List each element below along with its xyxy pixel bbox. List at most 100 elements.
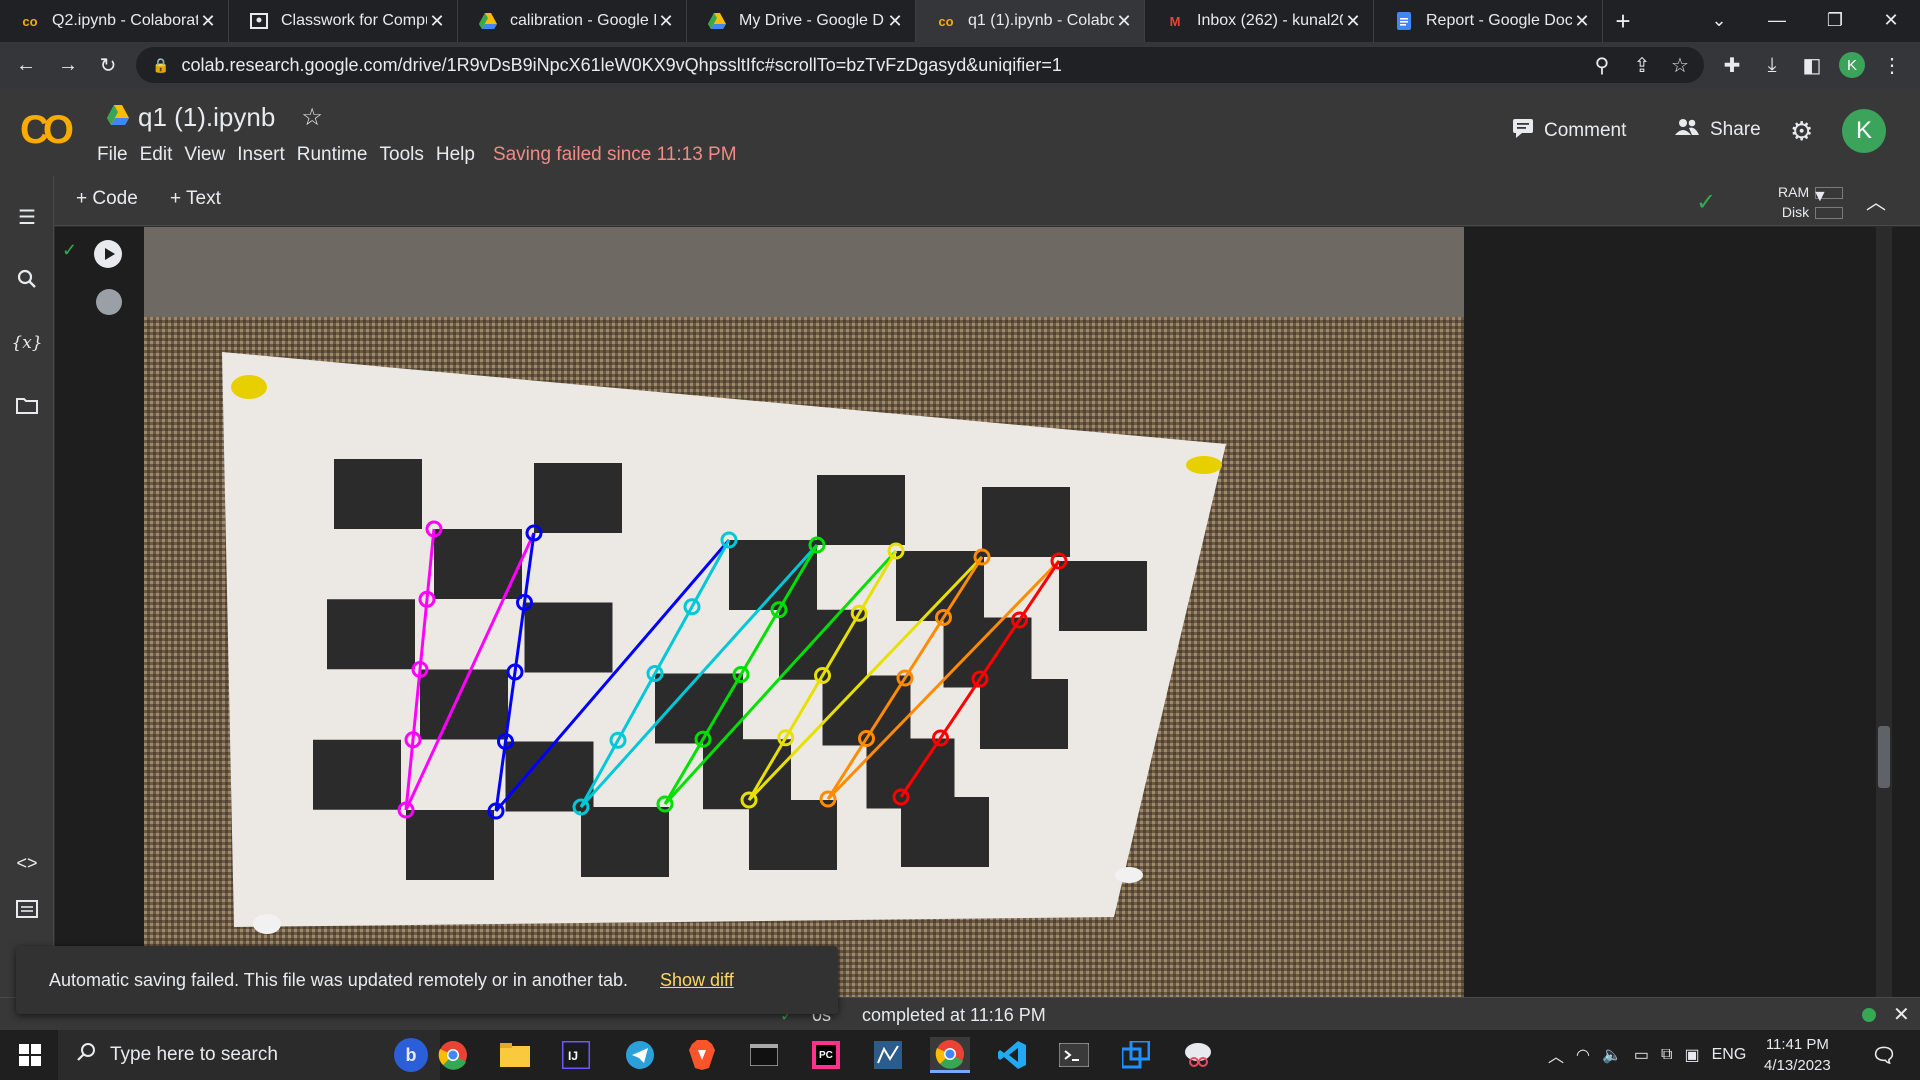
address-bar[interactable]: 🔒 colab.research.google.com/drive/1R9vDs… bbox=[136, 47, 1704, 83]
browser-tab[interactable]: M Inbox (262) - kunal20 ✕ bbox=[1145, 0, 1374, 42]
virtual-machine-icon[interactable] bbox=[1116, 1037, 1156, 1073]
restore-button[interactable]: ❐ bbox=[1806, 0, 1864, 40]
browser-tab[interactable]: My Drive - Google Dri ✕ bbox=[687, 0, 916, 42]
code-snippets-icon[interactable]: <> bbox=[8, 844, 46, 882]
checker-square bbox=[817, 475, 905, 545]
menu-tools[interactable]: Tools bbox=[380, 144, 436, 166]
taskbar-clock[interactable]: 11:41 PM 4/13/2023 bbox=[1764, 1034, 1831, 1076]
show-diff-link[interactable]: Show diff bbox=[660, 970, 734, 991]
notebook-title[interactable]: q1 (1).ipynb bbox=[138, 102, 275, 133]
show-hidden-icons-icon[interactable]: ︿ bbox=[1548, 1043, 1564, 1067]
connection-status-dot bbox=[1862, 1008, 1876, 1022]
colab-logo[interactable]: CO bbox=[20, 108, 74, 153]
telegram-icon[interactable] bbox=[620, 1037, 660, 1073]
menu-edit[interactable]: Edit bbox=[140, 144, 185, 166]
terminal-app-icon[interactable] bbox=[744, 1037, 784, 1073]
wifi-icon[interactable]: ◠ bbox=[1576, 1045, 1590, 1065]
language-indicator[interactable]: ENG bbox=[1712, 1046, 1747, 1064]
svg-text:IJ: IJ bbox=[568, 1049, 578, 1063]
side-panel-icon[interactable]: ◧ bbox=[1796, 49, 1828, 81]
browser-tab[interactable]: Classwork for Comput ✕ bbox=[229, 0, 458, 42]
menu-insert[interactable]: Insert bbox=[237, 144, 297, 166]
checker-square bbox=[406, 810, 494, 880]
file-explorer-icon[interactable] bbox=[495, 1037, 535, 1073]
star-icon[interactable]: ☆ bbox=[301, 103, 323, 132]
extensions-icon[interactable]: ✚ bbox=[1716, 49, 1748, 81]
browser-tab-active[interactable]: co q1 (1).ipynb - Colabor ✕ bbox=[916, 0, 1145, 42]
menu-help[interactable]: Help bbox=[436, 144, 487, 166]
mysql-workbench-icon[interactable] bbox=[868, 1037, 908, 1073]
share-page-icon[interactable]: ⇪ bbox=[1626, 49, 1658, 81]
close-icon[interactable]: ✕ bbox=[1893, 1002, 1910, 1027]
brave-icon[interactable] bbox=[682, 1037, 722, 1073]
add-text-button[interactable]: + Text bbox=[170, 188, 221, 210]
share-button[interactable]: Share bbox=[1674, 118, 1761, 142]
settings-gear-icon[interactable]: ⚙ bbox=[1790, 116, 1813, 147]
menu-file[interactable]: File bbox=[97, 144, 140, 166]
search-icon[interactable] bbox=[8, 260, 46, 298]
collapse-chevron-icon[interactable]: ︿ bbox=[1866, 186, 1886, 215]
back-icon[interactable]: ← bbox=[10, 49, 42, 81]
taskbar-search-box[interactable]: Type here to search b bbox=[58, 1030, 440, 1080]
colab-icon: co bbox=[22, 13, 38, 29]
add-code-button[interactable]: + Code bbox=[76, 188, 138, 210]
battery-icon[interactable]: ▭ bbox=[1634, 1045, 1649, 1065]
close-icon[interactable]: ✕ bbox=[198, 11, 218, 32]
runtime-dropdown-icon[interactable]: ▼ bbox=[1812, 188, 1828, 206]
run-cell-button[interactable] bbox=[94, 240, 122, 268]
cell-output-image bbox=[144, 227, 1464, 997]
folder-icon[interactable] bbox=[8, 386, 46, 424]
chrome-icon[interactable] bbox=[433, 1037, 473, 1073]
windows-terminal-icon[interactable] bbox=[1054, 1037, 1094, 1073]
close-icon[interactable]: ✕ bbox=[427, 11, 447, 32]
menu-runtime[interactable]: Runtime bbox=[297, 144, 380, 166]
intellij-icon[interactable]: IJ bbox=[556, 1037, 596, 1073]
profile-avatar[interactable]: K bbox=[1836, 49, 1868, 81]
add-text-label: Text bbox=[186, 188, 221, 209]
reload-icon[interactable]: ↻ bbox=[92, 49, 124, 81]
vertical-scrollbar[interactable] bbox=[1876, 227, 1892, 997]
camera-icon[interactable]: ▣ bbox=[1684, 1045, 1699, 1065]
browser-tab[interactable]: Report - Google Docs ✕ bbox=[1374, 0, 1603, 42]
scrollbar-thumb[interactable] bbox=[1878, 726, 1890, 788]
command-palette-icon[interactable] bbox=[8, 890, 46, 928]
close-icon[interactable]: ✕ bbox=[1114, 11, 1134, 32]
tab-title: q1 (1).ipynb - Colabor bbox=[968, 12, 1114, 29]
browser-tab[interactable]: co Q2.ipynb - Colaborato ✕ bbox=[0, 0, 229, 42]
pushpin-white bbox=[1115, 867, 1143, 883]
resource-monitor[interactable]: RAM Disk bbox=[1778, 182, 1844, 222]
notifications-icon[interactable]: 🗨 bbox=[1864, 1037, 1904, 1073]
download-icon[interactable]: ⤓ bbox=[1756, 49, 1788, 81]
volume-icon[interactable]: 🔈 bbox=[1602, 1045, 1622, 1065]
menu-view[interactable]: View bbox=[184, 144, 237, 166]
save-status[interactable]: Saving failed since 11:13 PM bbox=[493, 144, 737, 166]
close-icon[interactable]: ✕ bbox=[656, 11, 676, 32]
bookmark-star-icon[interactable]: ☆ bbox=[1664, 49, 1696, 81]
close-icon[interactable]: ✕ bbox=[885, 11, 905, 32]
checker-square bbox=[982, 487, 1070, 557]
snipping-tool-icon[interactable] bbox=[1178, 1037, 1218, 1073]
windows-start-icon[interactable] bbox=[10, 1037, 50, 1073]
menu-bar: File Edit View Insert Runtime Tools Help… bbox=[97, 144, 737, 166]
table-of-contents-icon[interactable]: ☰ bbox=[8, 198, 46, 236]
comment-button[interactable]: Comment bbox=[1512, 118, 1626, 144]
pycharm-icon[interactable]: PC bbox=[806, 1037, 846, 1073]
variables-icon[interactable]: {x} bbox=[8, 324, 46, 362]
vscode-icon[interactable] bbox=[992, 1037, 1032, 1073]
close-icon[interactable]: ✕ bbox=[1343, 11, 1363, 32]
clock-time: 11:41 PM bbox=[1765, 1036, 1829, 1053]
new-tab-button[interactable]: + bbox=[1603, 0, 1643, 42]
minimize-button[interactable]: — bbox=[1748, 0, 1806, 40]
account-avatar[interactable]: K bbox=[1842, 109, 1886, 153]
browser-tab[interactable]: calibration - Google D ✕ bbox=[458, 0, 687, 42]
cell-executed-check-icon: ✓ bbox=[62, 240, 78, 260]
meet-now-icon[interactable]: ⧉ bbox=[1661, 1046, 1672, 1064]
close-icon[interactable]: ✕ bbox=[1572, 11, 1592, 32]
close-window-button[interactable]: ✕ bbox=[1862, 0, 1920, 40]
chrome-profile-icon[interactable] bbox=[930, 1037, 970, 1073]
tab-search-icon[interactable]: ⌄ bbox=[1690, 0, 1748, 40]
zoom-icon[interactable]: ⚲ bbox=[1586, 49, 1618, 81]
forward-icon[interactable]: → bbox=[52, 49, 84, 81]
browser-menu-icon[interactable]: ⋮ bbox=[1876, 49, 1908, 81]
pushpin-yellow bbox=[231, 375, 267, 399]
